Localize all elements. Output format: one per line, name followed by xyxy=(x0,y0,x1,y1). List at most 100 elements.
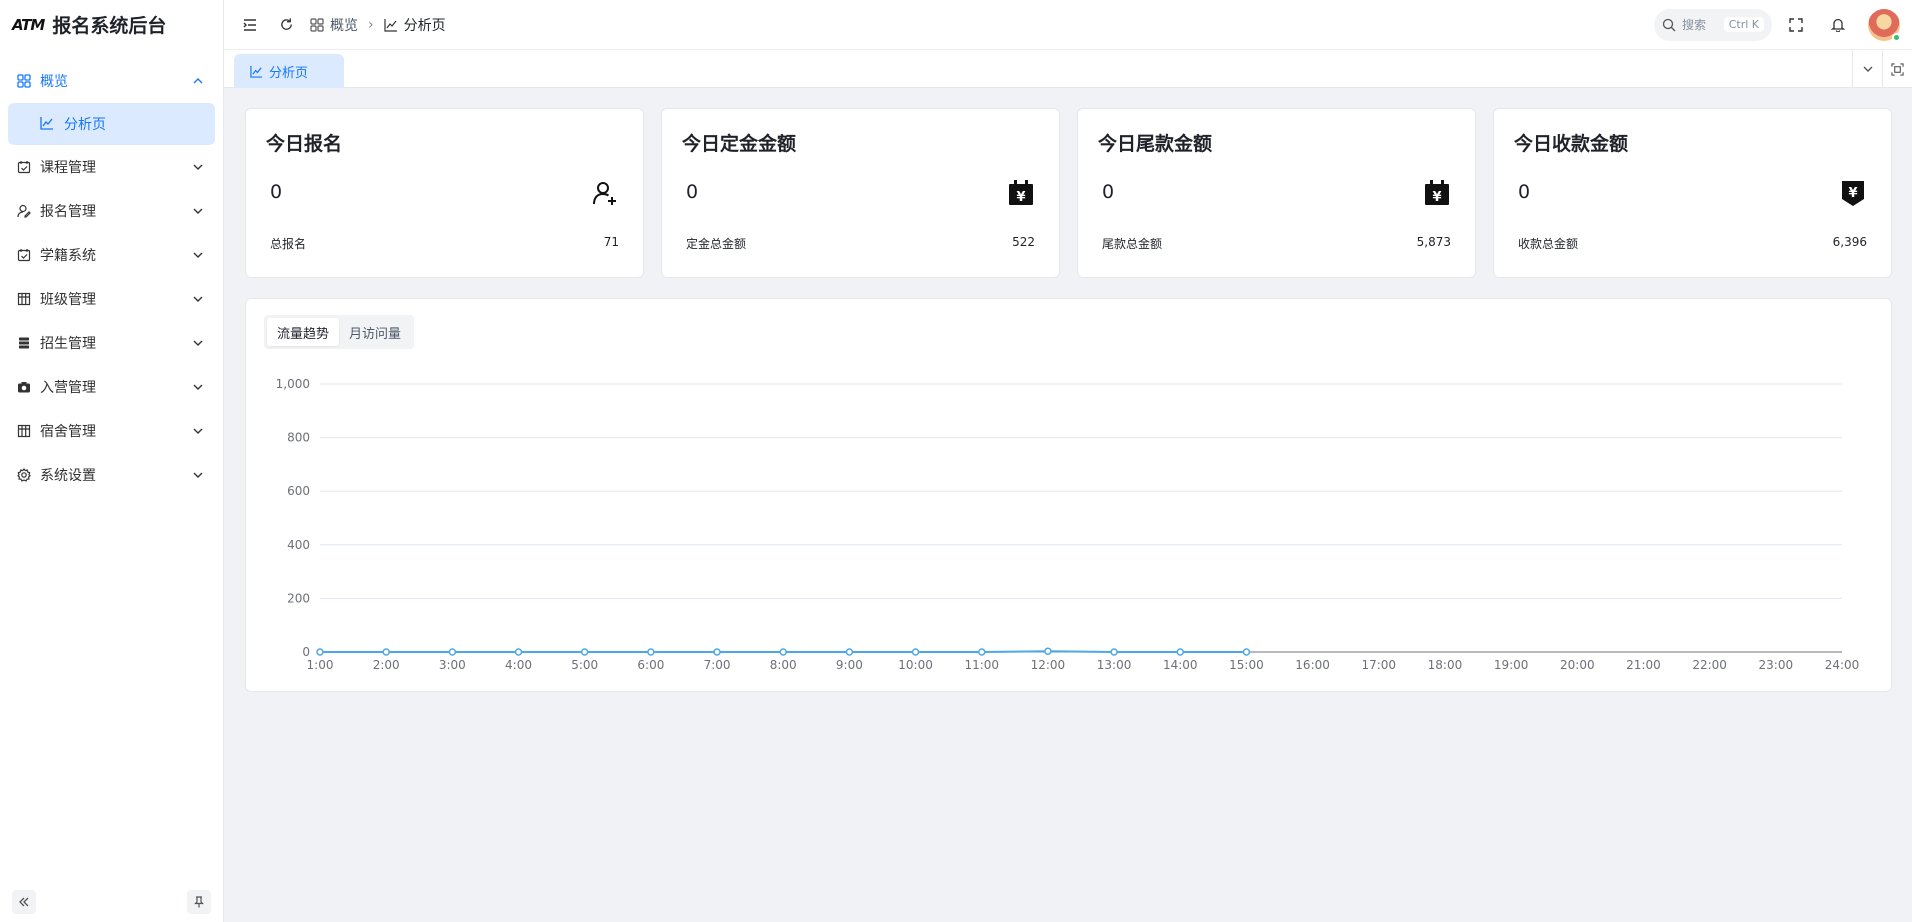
stat-foot-label: 总报名 xyxy=(270,237,307,251)
yen-download-icon: ¥ xyxy=(1839,179,1867,207)
data-point xyxy=(713,648,721,656)
chevron-down-icon xyxy=(193,384,203,390)
data-point xyxy=(1044,647,1052,655)
grid-icon xyxy=(310,17,324,32)
sidebar-item-label: 报名管理 xyxy=(40,204,96,220)
y-tick-label: 600 xyxy=(287,484,310,498)
x-tick-label: 20:00 xyxy=(1560,658,1595,672)
sidebar-item-overview[interactable]: 概览 xyxy=(0,59,223,103)
sidebar-item-admissions[interactable]: 招生管理 xyxy=(0,321,223,365)
y-tick-label: 0 xyxy=(302,645,310,659)
x-tick-label: 8:00 xyxy=(770,658,797,672)
svg-text:¥: ¥ xyxy=(1016,190,1025,205)
breadcrumb-item-analysis[interactable]: 分析页 xyxy=(404,15,446,35)
sidebar-item-label: 课程管理 xyxy=(40,160,96,176)
stat-foot-value: 5,873 xyxy=(1416,235,1451,249)
stat-foot-value: 71 xyxy=(603,235,619,249)
sidebar-item-camp[interactable]: 入营管理 xyxy=(0,365,223,409)
yen-calendar-icon: ¥ xyxy=(1007,179,1035,207)
tabs-bar: 分析页 xyxy=(224,50,1912,88)
online-status-dot xyxy=(1892,32,1901,42)
x-tick-label: 2:00 xyxy=(373,658,400,672)
x-tick-label: 16:00 xyxy=(1295,658,1330,672)
stat-card-deposit: 今日定金金额 0 ¥ 定金总金额 522 xyxy=(661,108,1060,278)
tabs-dropdown-button[interactable] xyxy=(1852,50,1882,88)
sidebar-item-label: 招生管理 xyxy=(40,336,96,352)
stat-foot-label: 尾款总金额 xyxy=(1102,237,1163,251)
x-tick-label: 17:00 xyxy=(1361,658,1396,672)
stat-value: 0 xyxy=(1102,181,1115,203)
line-chart: 0 200 400 600 800 1,000 1:00 2:00 3:00 4:00 5:00 6:… xyxy=(276,377,1860,672)
pin-sidebar-button[interactable] xyxy=(187,890,211,914)
data-point xyxy=(779,648,787,656)
chevron-down-icon xyxy=(193,164,203,170)
bell-icon xyxy=(1831,18,1845,32)
sidebar-item-enroll[interactable]: 报名管理 xyxy=(0,189,223,233)
x-tick-label: 13:00 xyxy=(1097,658,1132,672)
fullscreen-button[interactable] xyxy=(1778,7,1814,43)
chevron-down-icon xyxy=(193,208,203,214)
svg-text:¥: ¥ xyxy=(1848,186,1857,201)
breadcrumb-separator: › xyxy=(368,16,374,33)
menu-fold-icon xyxy=(243,18,256,31)
data-point xyxy=(316,648,324,656)
x-tick-label: 4:00 xyxy=(505,658,532,672)
breadcrumb-item-overview[interactable]: 概览 xyxy=(330,15,358,35)
fullscreen-icon xyxy=(1789,17,1803,32)
sidebar: ATM 报名系统后台 概览 分析页 课程管理 报名管理 学籍系统 班级管理 招生… xyxy=(0,0,224,922)
data-point xyxy=(514,648,523,656)
y-tick-label: 1,000 xyxy=(276,377,310,391)
search-placeholder: 搜索 xyxy=(1682,18,1707,32)
x-tick-label: 14:00 xyxy=(1163,658,1198,672)
gear-icon xyxy=(16,467,32,483)
sidebar-item-settings[interactable]: 系统设置 xyxy=(0,453,223,497)
traffic-chart-card: 流量趋势 月访问量 0 200 400 600 800 1,000 1:00 2:00 3:00… xyxy=(245,298,1892,692)
notification-button[interactable] xyxy=(1820,7,1856,43)
x-tick-label: 12:00 xyxy=(1031,658,1066,672)
sidebar-subitem-analysis[interactable]: 分析页 xyxy=(8,103,215,145)
x-tick-label: 24:00 xyxy=(1825,658,1860,672)
menu-toggle-button[interactable] xyxy=(232,7,268,43)
grid-icon xyxy=(16,73,32,89)
x-tick-label: 19:00 xyxy=(1494,658,1529,672)
server-icon xyxy=(16,335,32,351)
stat-value: 0 xyxy=(270,181,283,203)
avatar[interactable] xyxy=(1868,8,1901,42)
x-tick-label: 5:00 xyxy=(571,658,598,672)
pin-icon xyxy=(194,896,204,908)
stat-card-balance: 今日尾款金额 0 ¥ 尾款总金额 5,873 xyxy=(1077,108,1476,278)
stat-value: 0 xyxy=(1518,181,1531,203)
refresh-button[interactable] xyxy=(268,7,304,43)
search-shortcut: Ctrl K xyxy=(1723,17,1764,32)
refresh-icon xyxy=(280,18,292,30)
data-point xyxy=(1242,648,1251,656)
double-chevron-left-icon xyxy=(19,897,29,907)
tabs-maximize-button[interactable] xyxy=(1882,50,1912,88)
breadcrumb: 概览 › 分析页 xyxy=(310,15,446,35)
stat-title: 今日报名 xyxy=(266,133,343,155)
sidebar-item-label: 系统设置 xyxy=(40,468,96,484)
data-point xyxy=(647,648,655,656)
collapse-sidebar-button[interactable] xyxy=(12,890,36,914)
sidebar-item-label: 宿舍管理 xyxy=(40,424,96,440)
sidebar-item-class[interactable]: 班级管理 xyxy=(0,277,223,321)
tabs-actions xyxy=(1852,50,1912,88)
yen-calendar-icon: ¥ xyxy=(1423,179,1451,207)
chevron-down-icon xyxy=(193,428,203,434)
tab-label: 分析页 xyxy=(269,65,309,81)
line-chart-icon xyxy=(250,65,263,78)
camera-icon xyxy=(16,379,32,395)
sidebar-item-course[interactable]: 课程管理 xyxy=(0,145,223,189)
stat-foot-value: 522 xyxy=(1012,235,1035,249)
stat-foot-value: 6,396 xyxy=(1832,235,1867,249)
x-tick-label: 7:00 xyxy=(704,658,731,672)
sidebar-item-student-records[interactable]: 学籍系统 xyxy=(0,233,223,277)
sidebar-footer xyxy=(12,890,211,914)
search-input[interactable]: 搜索 Ctrl K xyxy=(1654,8,1772,41)
brand[interactable]: ATM 报名系统后台 xyxy=(0,0,223,49)
sidebar-item-dorm[interactable]: 宿舍管理 xyxy=(0,409,223,453)
data-point xyxy=(448,648,457,656)
tab-analysis[interactable]: 分析页 xyxy=(234,54,344,88)
user-edit-icon xyxy=(16,203,32,219)
x-tick-label: 18:00 xyxy=(1428,658,1463,672)
